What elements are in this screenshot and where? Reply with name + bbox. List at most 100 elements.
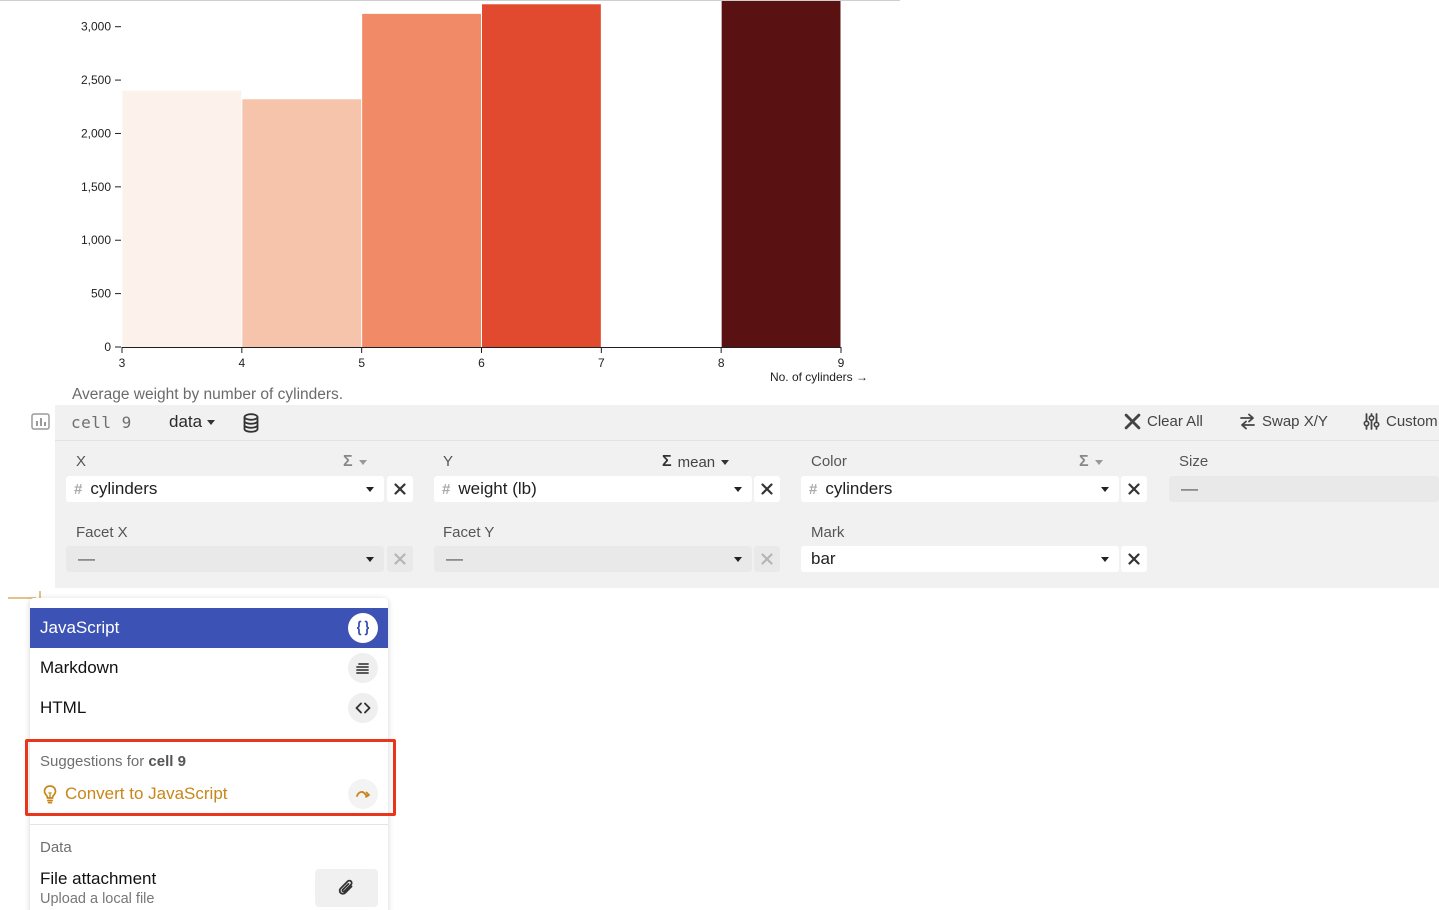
chart-cell-icon[interactable] bbox=[31, 413, 50, 430]
chevron-down-icon bbox=[734, 556, 742, 562]
menu-item-label: HTML bbox=[40, 698, 87, 717]
bar-2 bbox=[362, 13, 481, 347]
y-reduce-label: mean bbox=[677, 453, 716, 471]
x-tick-label: 8 bbox=[718, 356, 725, 370]
menu-item-label: JavaScript bbox=[40, 618, 120, 637]
data-source-select[interactable]: data bbox=[169, 412, 216, 432]
menu-item-markdown[interactable]: Markdown bbox=[30, 648, 388, 688]
color-reduce-select[interactable]: Σ bbox=[1079, 453, 1103, 471]
facet-x-value: — bbox=[78, 549, 95, 568]
sliders-icon bbox=[1363, 413, 1380, 430]
x-field-label: X bbox=[76, 453, 87, 470]
y-field-value: weight (lb) bbox=[458, 479, 537, 498]
size-field-value: — bbox=[1181, 479, 1198, 498]
x-axis-label: No. of cylinders → bbox=[770, 370, 868, 384]
clear-all-button[interactable]: Clear All bbox=[1124, 413, 1203, 430]
cell-toolbar: cell 9 data Clear All Swap X/Y Custom bbox=[55, 405, 1439, 441]
close-icon bbox=[1128, 553, 1140, 565]
color-field-select[interactable]: # cylinders bbox=[801, 476, 1119, 502]
bar-chart: 0 500 1,000 1,500 2,000 2,500 3,000 3 4 5 6 7 8 9 No… bbox=[0, 0, 900, 384]
size-field-label: Size bbox=[1179, 453, 1209, 470]
bar-0 bbox=[122, 90, 242, 347]
y-tick-label: 3,000 bbox=[81, 20, 111, 34]
x-reduce-select[interactable]: Σ bbox=[343, 453, 367, 471]
color-field-value: cylinders bbox=[825, 479, 893, 498]
suggestion-highlight-box bbox=[25, 739, 396, 816]
x-tick-label: 3 bbox=[119, 356, 126, 370]
facet-y-label: Facet Y bbox=[443, 524, 495, 541]
chart-config-panel: X Σ Y Σ mean Color Σ Size # cylinders # … bbox=[55, 441, 1439, 588]
sigma-icon: Σ bbox=[1079, 453, 1089, 470]
mark-clear-button[interactable] bbox=[1121, 546, 1147, 572]
file-attachment-title[interactable]: File attachment bbox=[40, 869, 156, 889]
color-field-label: Color bbox=[811, 453, 847, 470]
file-attachment-button[interactable] bbox=[315, 869, 378, 907]
file-attachment-subtitle: Upload a local file bbox=[40, 891, 155, 907]
y-reduce-select[interactable]: Σ mean bbox=[662, 453, 730, 471]
y-tick-label: 0 bbox=[104, 340, 111, 354]
close-icon bbox=[761, 553, 773, 565]
chevron-down-icon bbox=[207, 419, 216, 425]
x-field-value: cylinders bbox=[90, 479, 158, 498]
close-icon bbox=[1128, 483, 1140, 495]
menu-item-html[interactable]: HTML bbox=[30, 688, 388, 728]
close-icon bbox=[394, 483, 406, 495]
x-tick-label: 4 bbox=[238, 356, 245, 370]
customize-button[interactable]: Custom bbox=[1363, 413, 1438, 430]
facet-x-label: Facet X bbox=[76, 524, 128, 541]
menu-item-javascript[interactable]: JavaScript bbox=[30, 608, 388, 648]
x-field-select[interactable]: # cylinders bbox=[66, 476, 384, 502]
y-axis: 0 500 1,000 1,500 2,000 2,500 3,000 bbox=[81, 20, 121, 354]
facet-x-clear-button[interactable] bbox=[387, 546, 413, 572]
facet-y-select[interactable]: — bbox=[434, 546, 752, 572]
x-tick-label: 9 bbox=[838, 356, 845, 370]
chevron-down-icon bbox=[366, 486, 374, 492]
database-icon[interactable] bbox=[242, 413, 260, 433]
y-tick-label: 2,500 bbox=[81, 73, 111, 87]
close-icon bbox=[1124, 413, 1141, 430]
bars-group bbox=[122, 0, 841, 348]
data-source-label: data bbox=[169, 412, 203, 431]
number-type-icon: # bbox=[74, 480, 83, 498]
chevron-down-icon bbox=[734, 486, 742, 492]
chevron-down-icon bbox=[358, 459, 367, 465]
y-tick-label: 2,000 bbox=[81, 126, 111, 140]
chevron-down-icon bbox=[1101, 556, 1109, 562]
size-field-select[interactable]: — bbox=[1169, 476, 1439, 502]
mark-label: Mark bbox=[811, 524, 845, 541]
chevron-down-icon bbox=[366, 556, 374, 562]
close-icon bbox=[394, 553, 406, 565]
y-tick-label: 500 bbox=[91, 287, 111, 301]
swap-xy-label: Swap X/Y bbox=[1262, 413, 1328, 430]
x-clear-button[interactable] bbox=[387, 476, 413, 502]
number-type-icon: # bbox=[442, 480, 451, 498]
facet-y-value: — bbox=[446, 549, 463, 568]
facet-x-select[interactable]: — bbox=[66, 546, 384, 572]
cell-name[interactable]: cell 9 bbox=[71, 413, 132, 432]
menu-item-label: Markdown bbox=[40, 658, 119, 677]
clear-all-label: Clear All bbox=[1147, 413, 1203, 430]
x-tick-label: 6 bbox=[478, 356, 485, 370]
close-icon bbox=[761, 483, 773, 495]
chevron-down-icon bbox=[1094, 459, 1103, 465]
bar-4 bbox=[721, 0, 841, 347]
swap-icon bbox=[1240, 413, 1255, 430]
customize-label: Custom bbox=[1386, 413, 1438, 430]
y-clear-button[interactable] bbox=[754, 476, 780, 502]
chart-caption: Average weight by number of cylinders. bbox=[72, 386, 344, 403]
braces-icon bbox=[348, 613, 378, 643]
y-field-select[interactable]: # weight (lb) bbox=[434, 476, 752, 502]
facet-y-clear-button[interactable] bbox=[754, 546, 780, 572]
x-tick-label: 5 bbox=[358, 356, 365, 370]
y-tick-label: 1,500 bbox=[81, 180, 111, 194]
color-clear-button[interactable] bbox=[1121, 476, 1147, 502]
y-field-label: Y bbox=[443, 453, 454, 470]
mark-select[interactable]: bar bbox=[801, 546, 1119, 572]
swap-xy-button[interactable]: Swap X/Y bbox=[1239, 413, 1328, 430]
chevron-down-icon bbox=[1101, 486, 1109, 492]
text-lines-icon bbox=[348, 653, 378, 683]
menu-divider bbox=[30, 824, 388, 825]
bar-3 bbox=[482, 4, 601, 347]
sigma-icon: Σ bbox=[343, 453, 353, 470]
bar-1 bbox=[242, 99, 362, 348]
